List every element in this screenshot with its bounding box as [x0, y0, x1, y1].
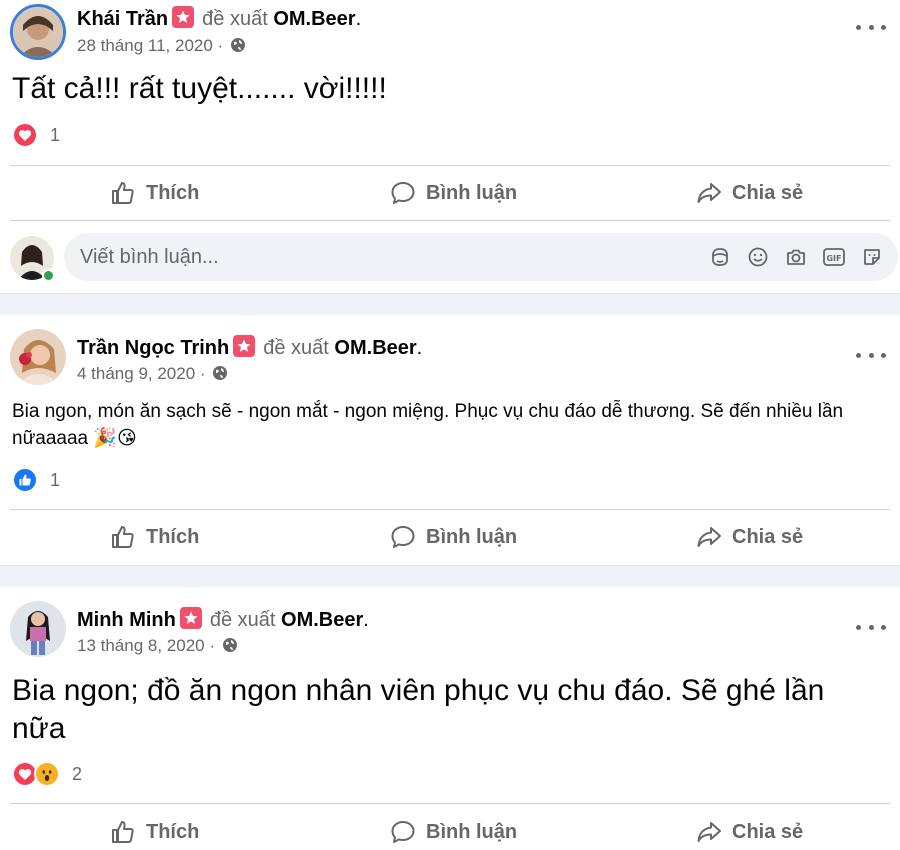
- author-line: Khái Trần đề xuất OM.Beer.: [77, 6, 362, 30]
- globe-icon: [230, 37, 246, 58]
- online-status-indicator: [42, 269, 55, 282]
- post-header: Trần Ngọc Trinh đề xuất OM.Beer. 4 tháng …: [0, 315, 900, 385]
- more-options-icon[interactable]: [856, 617, 886, 637]
- reaction-count: 2: [72, 763, 83, 784]
- reaction-summary[interactable]: 2: [12, 760, 82, 788]
- svg-text:GIF: GIF: [826, 254, 841, 263]
- thumbs-up-icon: [112, 526, 134, 548]
- share-icon: [697, 822, 721, 842]
- recommend-badge-icon: [172, 6, 195, 28]
- reaction-summary[interactable]: 1: [12, 121, 60, 149]
- comment-icon: [391, 821, 415, 843]
- divider: [10, 803, 890, 804]
- share-button[interactable]: Chia sẻ: [696, 805, 803, 850]
- avatar[interactable]: [10, 601, 66, 657]
- comment-composer: Viết bình luận... GIF: [0, 231, 900, 291]
- share-label: Chia sẻ: [732, 525, 804, 548]
- gif-icon[interactable]: GIF: [822, 245, 846, 269]
- recommend-badge-icon: [233, 335, 256, 357]
- post-date[interactable]: 4 tháng 9, 2020: [77, 364, 195, 383]
- heart-reaction-icon: [12, 122, 38, 148]
- thumbs-up-icon: [112, 182, 134, 204]
- action-bar: Thích Bình luận Chia sẻ: [0, 805, 900, 850]
- comment-input[interactable]: Viết bình luận... GIF: [64, 233, 898, 281]
- like-button[interactable]: Thích: [110, 166, 199, 220]
- post-text: Bia ngon; đồ ăn ngon nhân viên phục vụ c…: [12, 674, 825, 745]
- recommends-label: đề xuất: [209, 609, 276, 631]
- like-label: Thích: [146, 820, 200, 843]
- post-date[interactable]: 13 tháng 8, 2020: [77, 636, 205, 655]
- divider: [10, 220, 890, 221]
- author-name[interactable]: Khái Trần: [77, 8, 168, 30]
- reaction-count: 1: [50, 124, 61, 145]
- post-2: Trần Ngọc Trinh đề xuất OM.Beer. 4 tháng …: [0, 315, 900, 565]
- emoji-icon[interactable]: [746, 245, 770, 269]
- avatar[interactable]: [10, 4, 66, 60]
- reaction-summary[interactable]: 1: [12, 466, 60, 494]
- camera-icon[interactable]: [784, 245, 808, 269]
- recommends-label: đề xuất: [202, 8, 268, 30]
- post-separator: [0, 565, 900, 587]
- post-date[interactable]: 28 tháng 11, 2020: [77, 36, 213, 55]
- comment-icon: [391, 182, 415, 204]
- thumbs-up-icon: [112, 821, 134, 843]
- share-button[interactable]: Chia sẻ: [696, 510, 803, 564]
- author-name[interactable]: Trần Ngọc Trinh: [77, 337, 229, 359]
- comment-button[interactable]: Bình luận: [390, 805, 517, 850]
- action-bar: Thích Bình luận Chia sẻ: [0, 510, 900, 564]
- globe-icon: [222, 637, 238, 658]
- like-reaction-icon: [12, 467, 38, 493]
- post-1: Khái Trần đề xuất OM.Beer. 28 tháng 11, 2…: [0, 0, 900, 293]
- post-meta: 4 tháng 9, 2020 ·: [77, 364, 228, 386]
- share-label: Chia sẻ: [732, 181, 804, 204]
- wow-reaction-icon: [34, 761, 60, 787]
- share-label: Chia sẻ: [732, 820, 804, 843]
- avatar-sticker-icon[interactable]: [708, 245, 732, 269]
- page-name[interactable]: OM.Beer: [281, 609, 363, 631]
- page-name[interactable]: OM.Beer: [334, 337, 416, 359]
- comment-label: Bình luận: [426, 181, 518, 204]
- page-name[interactable]: OM.Beer: [273, 8, 355, 30]
- comment-label: Bình luận: [426, 525, 518, 548]
- share-icon: [697, 183, 721, 203]
- recommends-label: đề xuất: [263, 337, 329, 359]
- comment-icon: [391, 526, 415, 548]
- share-button[interactable]: Chia sẻ: [696, 166, 803, 220]
- globe-icon: [212, 365, 228, 386]
- comment-button[interactable]: Bình luận: [390, 166, 517, 220]
- post-meta: 13 tháng 8, 2020 ·: [77, 636, 238, 658]
- post-meta: 28 tháng 11, 2020 ·: [77, 36, 246, 58]
- post-text: Bia ngon, món ăn sạch sẽ - ngon mắt - ng…: [12, 401, 844, 449]
- composer-tools: GIF: [694, 245, 884, 269]
- post-header: Khái Trần đề xuất OM.Beer. 28 tháng 11, 2…: [0, 0, 900, 70]
- author-line: Trần Ngọc Trinh đề xuất OM.Beer.: [77, 335, 423, 359]
- sticker-icon[interactable]: [860, 245, 884, 269]
- comment-button[interactable]: Bình luận: [390, 510, 517, 564]
- share-icon: [697, 527, 721, 547]
- post-text: Tất cả!!! rất tuyệt....... vời!!!!!: [12, 72, 387, 105]
- reaction-count: 1: [50, 469, 61, 490]
- author-name[interactable]: Minh Minh: [77, 609, 176, 631]
- more-options-icon[interactable]: [856, 17, 886, 37]
- author-line: Minh Minh đề xuất OM.Beer.: [77, 607, 369, 631]
- post-3: Minh Minh đề xuất OM.Beer. 13 tháng 8, 20…: [0, 587, 900, 850]
- more-options-icon[interactable]: [856, 345, 886, 365]
- action-bar: Thích Bình luận Chia sẻ: [0, 166, 900, 220]
- like-button[interactable]: Thích: [110, 510, 199, 564]
- post-separator: [0, 293, 900, 315]
- avatar[interactable]: [10, 329, 66, 385]
- like-label: Thích: [146, 181, 200, 204]
- recommend-badge-icon: [179, 607, 202, 629]
- like-button[interactable]: Thích: [110, 805, 199, 850]
- comment-placeholder: Viết bình luận...: [80, 246, 219, 268]
- comment-label: Bình luận: [426, 820, 518, 843]
- post-header: Minh Minh đề xuất OM.Beer. 13 tháng 8, 20…: [0, 587, 900, 657]
- like-label: Thích: [146, 525, 200, 548]
